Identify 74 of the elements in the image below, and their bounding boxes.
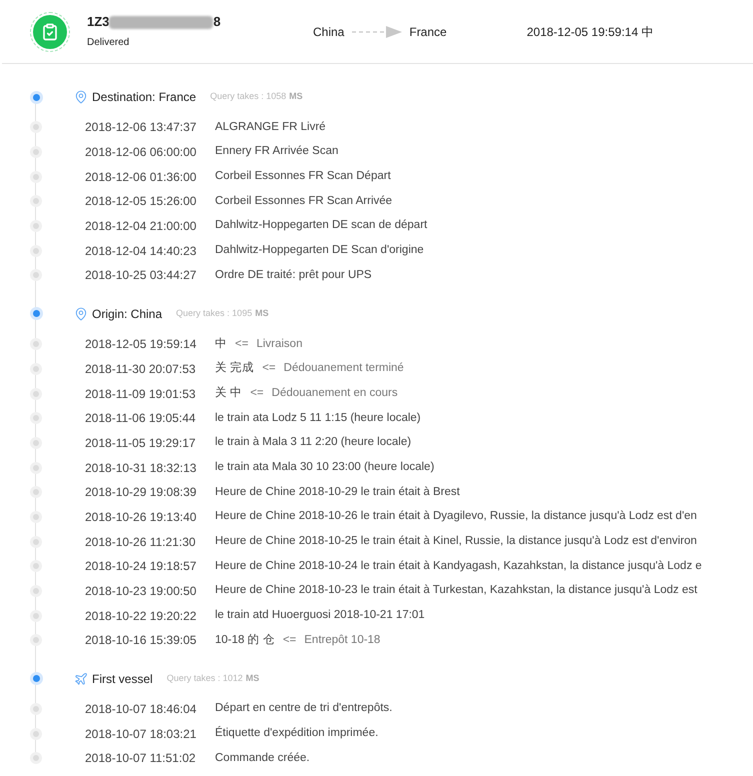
translation-marker: <= <box>262 361 276 376</box>
event-description: 中 <box>215 336 227 352</box>
query-time-label: Query takes : 1095 <box>176 307 252 320</box>
location-pin-icon <box>74 90 88 104</box>
query-time-label: Query takes : 1058 <box>210 90 286 104</box>
query-time-unit: MS <box>246 672 260 685</box>
event-description: Heure de Chine 2018-10-29 le train était à Brest <box>215 484 460 500</box>
event-time: 2018-10-23 19:00:50 <box>85 583 198 600</box>
event-time: 2018-12-05 15:26:00 <box>85 193 198 210</box>
event-time: 2018-11-30 20:07:53 <box>85 360 197 378</box>
query-time-unit: MS <box>289 90 303 104</box>
event-time: 2018-12-05 19:59:14 <box>85 336 198 354</box>
event-description: Ordre DE traité: prêt pour UPS <box>215 268 372 283</box>
dashed-arrow-icon <box>352 26 402 38</box>
event-translation: Livraison <box>256 336 302 352</box>
status-text: Delivered <box>87 36 130 50</box>
event-time: 2018-10-25 03:44:27 <box>85 267 198 284</box>
event-time: 2018-10-24 19:18:57 <box>85 558 198 576</box>
delivered-badge-icon <box>30 12 70 52</box>
event-description: Corbeil Essonnes FR Scan Départ <box>215 169 391 184</box>
event-time: 2018-11-05 19:29:17 <box>85 434 197 452</box>
event-time: 2018-10-26 19:13:40 <box>85 508 198 526</box>
event-translation: Entrepôt 10-18 <box>304 632 380 648</box>
translation-marker: <= <box>282 632 296 648</box>
event-time: 2018-12-04 14:40:23 <box>85 242 198 260</box>
airplane-icon <box>74 672 88 686</box>
event-description: 10-18 的 仓 <box>215 632 275 648</box>
event-description: 关 中 <box>215 386 242 401</box>
event-time: 2018-10-16 15:39:05 <box>85 632 198 650</box>
event-description: Ennery FR Arrivée Scan <box>215 144 338 160</box>
destination-country: France <box>409 24 447 40</box>
event-description: Départ en centre de tri d'entrepôts. <box>215 701 392 716</box>
event-time: 2018-11-06 19:05:44 <box>85 410 197 428</box>
query-time-unit: MS <box>255 307 269 320</box>
event-description: Dahlwitz-Hoppegarten DE Scan d'origine <box>215 243 424 258</box>
event-time: 2018-12-06 01:36:00 <box>85 168 198 186</box>
event-description: Heure de Chine 2018-10-26 le train était à Dyagilevo, Russie, la distance jusqu'à Lodz est d'en <box>215 509 697 524</box>
event-time: 2018-10-29 19:08:39 <box>85 484 198 502</box>
event-time: 2018-12-04 21:00:00 <box>85 218 198 236</box>
event-time: 2018-11-09 19:01:53 <box>85 386 197 403</box>
translation-marker: <= <box>250 386 264 401</box>
event-time: 2018-12-06 13:47:37 <box>85 119 198 136</box>
tracking-number: 1Z3 <box>87 13 110 32</box>
event-time: 2018-10-07 18:03:21 <box>85 726 198 743</box>
event-time: 2018-12-06 06:00:00 <box>85 144 198 162</box>
event-description: le train ata Lodz 5 11 1:15 (heure locale) <box>215 410 421 426</box>
query-time-label: Query takes : 1012 <box>166 672 243 685</box>
event-description: Heure de Chine 2018-10-25 le train était à Kinel, Russie, la distance jusqu'à Lodz est d'environ <box>215 534 697 550</box>
event-translation: Dédouanement terminé <box>284 361 404 376</box>
translation-marker: <= <box>235 336 248 352</box>
section-title: First vessel <box>92 670 153 688</box>
location-pin-icon <box>74 306 88 321</box>
event-time: 2018-10-26 11:21:30 <box>85 534 197 551</box>
event-time: 2018-10-22 19:20:22 <box>85 608 198 625</box>
event-description: Corbeil Essonnes FR Scan Arrivée <box>215 194 392 209</box>
event-description: le train atd Huoerguosi 2018-10-21 17:01 <box>215 608 425 624</box>
event-description: Commande créée. <box>215 750 310 766</box>
tracking-number: 8 <box>213 13 221 32</box>
event-time: 2018-10-31 18:32:13 <box>85 460 198 477</box>
event-description: le train ata Mala 30 10 23:00 (heure locale) <box>215 460 434 475</box>
event-translation: Dédouanement en cours <box>272 386 398 401</box>
event-description: ALGRANGE FR Livré <box>215 120 326 135</box>
event-description: Heure de Chine 2018-10-24 le train était à Kandyagash, Kazahkstan, la distance jusqu'à Lodz e <box>215 558 702 574</box>
event-description: Étiquette d'expédition imprimée. <box>215 725 378 742</box>
event-description: 关 完成 <box>215 360 254 376</box>
event-time: 2018-10-07 18:46:04 <box>85 701 198 718</box>
section-title: Origin: China <box>92 306 162 323</box>
latest-update-time: 2018-12-05 19:59:14 中 <box>526 24 654 40</box>
event-time: 2018-10-07 11:51:02 <box>85 750 197 768</box>
event-description: Heure de Chine 2018-10-23 le train était à Turkestan, Kazahkstan, la distance jusqu'à Lodz est <box>215 583 698 598</box>
event-description: Dahlwitz-Hoppegarten DE scan de départ <box>215 218 428 234</box>
origin-country: China <box>313 24 344 40</box>
section-title: Destination: France <box>92 89 196 106</box>
event-description: le train à Mala 3 11 2:20 (heure locale) <box>215 435 412 450</box>
